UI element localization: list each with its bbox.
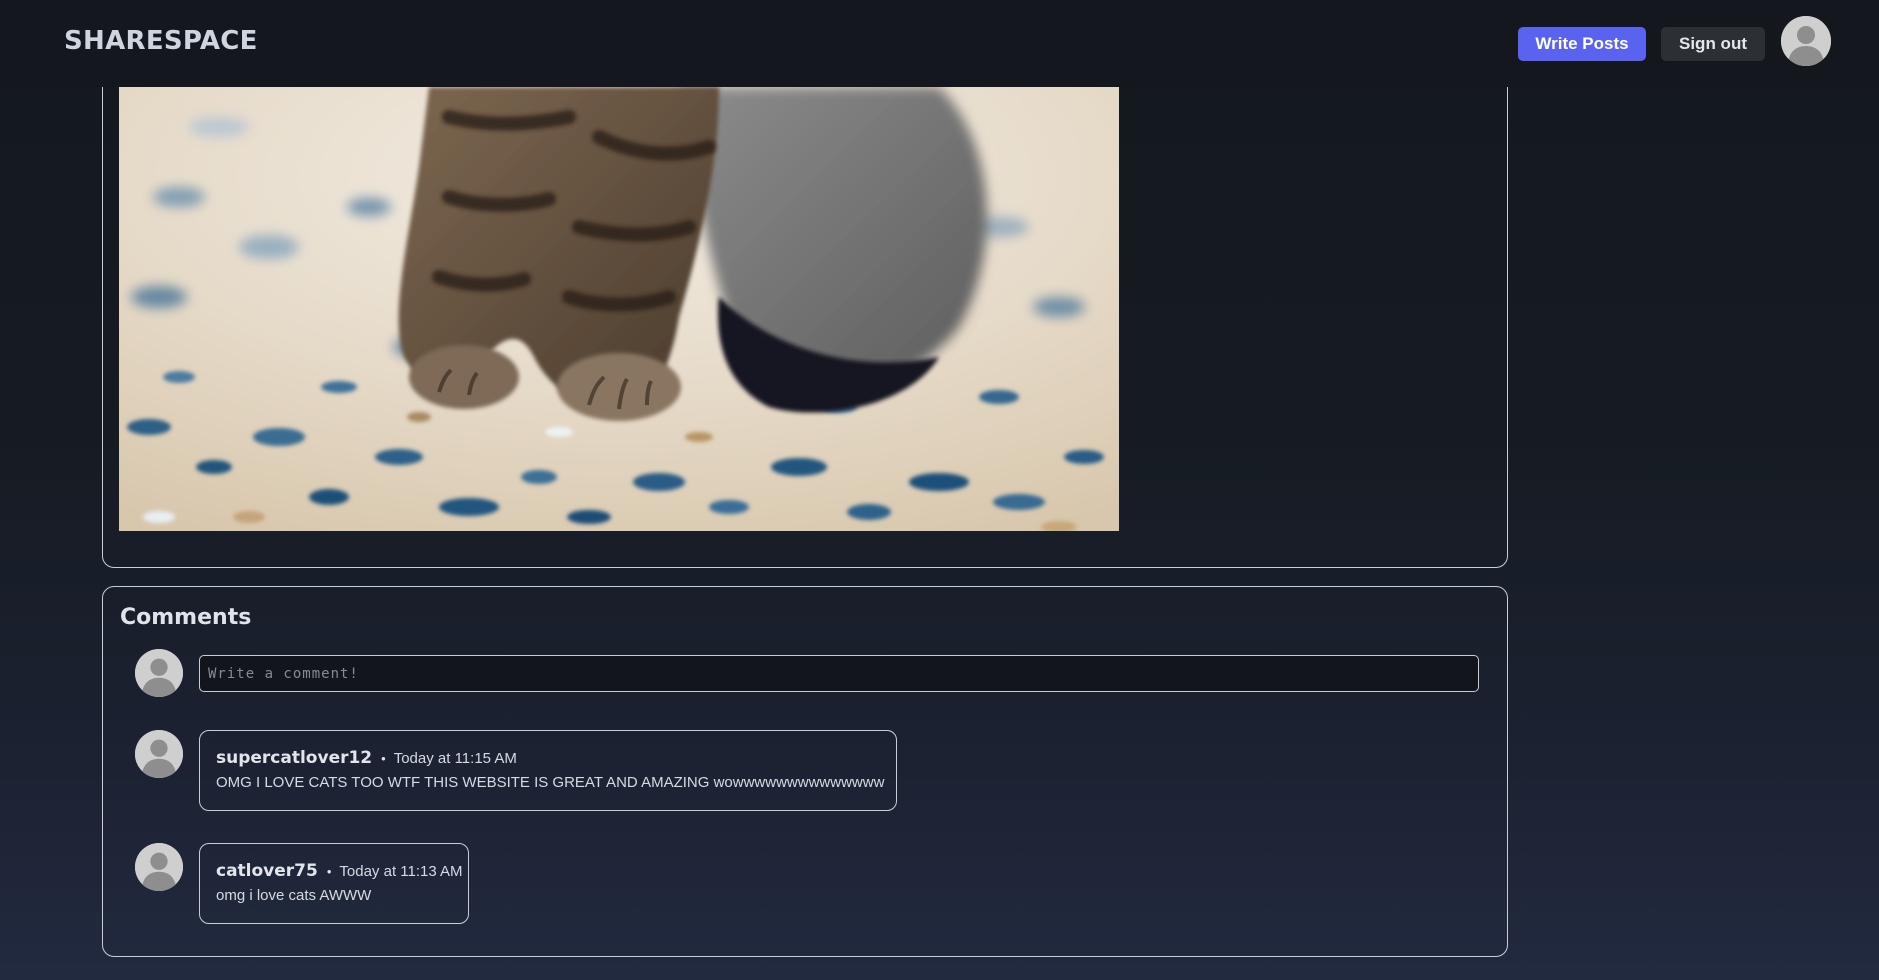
top-navbar: SHARESPACE Write Posts Sign out xyxy=(0,0,1879,87)
comment-timestamp: Today at 11:13 AM xyxy=(339,863,463,880)
post-image xyxy=(119,87,1119,531)
separator-dot-icon: • xyxy=(381,751,386,766)
comment-timestamp: Today at 11:15 AM xyxy=(393,750,517,767)
comment-text: omg i love cats AWWW xyxy=(216,887,372,904)
composer-avatar-icon xyxy=(135,649,183,697)
sign-out-button[interactable]: Sign out xyxy=(1661,27,1765,61)
comment-author[interactable]: catlover75 xyxy=(216,861,318,881)
comment-header: supercatlover12 • Today at 11:15 AM xyxy=(216,748,880,768)
commenter-avatar-icon[interactable] xyxy=(135,843,183,891)
comment-input[interactable] xyxy=(199,655,1479,692)
brand-logo[interactable]: SHARESPACE xyxy=(64,26,258,56)
comments-title: Comments xyxy=(120,605,252,630)
commenter-avatar-icon[interactable] xyxy=(135,730,183,778)
user-avatar-icon[interactable] xyxy=(1781,16,1831,66)
comments-card: Comments supercatlover12 • Today at 11:1… xyxy=(102,586,1508,957)
separator-dot-icon: • xyxy=(326,864,332,879)
comment-author[interactable]: supercatlover12 xyxy=(216,748,372,768)
comment-item: catlover75 • Today at 11:13 AM omg i lov… xyxy=(199,843,469,924)
comment-header: catlover75 • Today at 11:13 AM xyxy=(216,861,463,881)
comment-item: supercatlover12 • Today at 11:15 AM OMG … xyxy=(199,730,897,811)
write-posts-button[interactable]: Write Posts xyxy=(1518,27,1646,61)
comment-text: OMG I LOVE CATS TOO WTF THIS WEBSITE IS … xyxy=(216,774,885,791)
